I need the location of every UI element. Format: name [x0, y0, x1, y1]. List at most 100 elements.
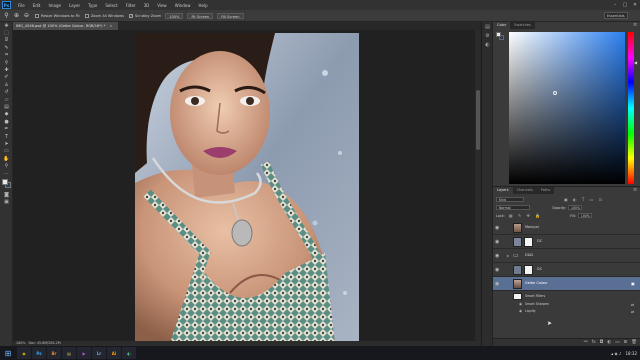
- minimize-button[interactable]: –: [610, 0, 620, 10]
- app-icon[interactable]: ◐: [122, 347, 136, 359]
- new-layer-icon[interactable]: ⊞: [624, 340, 628, 345]
- zoom-out-icon[interactable]: ⊖: [23, 12, 30, 19]
- filter-kind-select[interactable]: Kind: [496, 197, 524, 202]
- expand-arrow-icon[interactable]: ▸: [507, 253, 509, 258]
- illustrator-icon[interactable]: Ai: [107, 347, 121, 359]
- color-picker-field[interactable]: [509, 32, 625, 184]
- adjustments-panel-icon[interactable]: ◐: [482, 40, 493, 49]
- workspace-select[interactable]: Essentials: [604, 12, 628, 19]
- type-tool-icon[interactable]: T: [0, 133, 13, 140]
- zoom-100-button[interactable]: 100%: [165, 12, 184, 19]
- document-photo[interactable]: [135, 33, 359, 344]
- tab-color[interactable]: Color: [493, 22, 511, 29]
- smart-filter-item[interactable]: ◉ Smart Sharpen ⇌: [493, 301, 640, 308]
- quick-select-tool-icon[interactable]: ✎: [0, 44, 13, 51]
- more-tools-icon[interactable]: ⋯: [0, 170, 13, 177]
- menu-help[interactable]: Help: [194, 3, 211, 8]
- tab-layers[interactable]: Layers: [493, 187, 513, 194]
- visibility-eye-icon[interactable]: ◉: [495, 281, 499, 287]
- menu-image[interactable]: Image: [44, 3, 65, 8]
- shape-tool-icon[interactable]: ▭: [0, 148, 13, 155]
- filter-options-icon[interactable]: ⇌: [631, 309, 634, 314]
- menu-filter[interactable]: Filter: [122, 3, 140, 8]
- smart-filter-item[interactable]: ◉ Liquify ⇌: [493, 308, 640, 315]
- menu-layer[interactable]: Layer: [65, 3, 84, 8]
- zoom-tool-icon[interactable]: ⚲: [0, 162, 13, 169]
- document-tab[interactable]: IMG_4546.psd @ 100% (Gelbe Colour, RGB/1…: [13, 22, 119, 30]
- menu-3d[interactable]: 3D: [140, 3, 154, 8]
- close-window-button[interactable]: ✕: [630, 0, 640, 10]
- visibility-eye-icon[interactable]: ◉: [495, 267, 499, 273]
- lock-icons[interactable]: ▦ ✎ ✥ 🔒: [509, 213, 542, 218]
- hue-slider-handle-icon[interactable]: ◀: [634, 60, 637, 65]
- dodge-tool-icon[interactable]: ●: [0, 118, 13, 125]
- menu-type[interactable]: Type: [84, 3, 101, 8]
- maximize-button[interactable]: ▢: [620, 0, 630, 10]
- opacity-input[interactable]: 100%: [567, 205, 582, 210]
- layer-style-icon[interactable]: fx: [591, 340, 595, 345]
- layer-item[interactable]: ◉ DC: [493, 235, 640, 249]
- visibility-eye-icon[interactable]: ◉: [519, 309, 522, 313]
- marquee-tool-icon[interactable]: ⬚: [0, 29, 13, 36]
- menu-edit[interactable]: Edit: [29, 3, 45, 8]
- healing-brush-tool-icon[interactable]: ✚: [0, 66, 13, 73]
- tray-icons[interactable]: ▴ ◈ ♪: [611, 351, 621, 356]
- layer-item[interactable]: ◉ Manipal: [493, 221, 640, 235]
- filter-options-icon[interactable]: ⇌: [631, 302, 634, 307]
- layer-item[interactable]: ◉ DC: [493, 263, 640, 277]
- color-picker-marker[interactable]: [553, 91, 557, 95]
- gradient-tool-icon[interactable]: ▤: [0, 103, 13, 110]
- chrome-icon[interactable]: ◉: [17, 347, 31, 359]
- pen-tool-icon[interactable]: ✒: [0, 125, 13, 132]
- link-layers-icon[interactable]: ⚯: [584, 340, 588, 345]
- brush-tool-icon[interactable]: ✐: [0, 74, 13, 81]
- tab-swatches[interactable]: Swatches: [510, 22, 535, 29]
- smart-filters-row[interactable]: Smart Filters: [493, 293, 640, 300]
- zoom-tool-icon[interactable]: ⚲: [3, 12, 10, 19]
- history-panel-icon[interactable]: ▤: [482, 22, 493, 31]
- panel-menu-icon[interactable]: ≡: [633, 22, 637, 28]
- tab-channels[interactable]: Channels: [512, 187, 537, 194]
- new-group-icon[interactable]: ▭: [615, 340, 619, 345]
- scrubby-zoom-checkbox[interactable]: ✓ Scrubby Zoom: [128, 13, 161, 18]
- visibility-eye-icon[interactable]: ◉: [495, 225, 499, 231]
- windows-start-icon[interactable]: ⊞: [0, 346, 16, 360]
- eraser-tool-icon[interactable]: ▱: [0, 96, 13, 103]
- fit-screen-button[interactable]: Fit Screen: [187, 12, 214, 19]
- eyedropper-tool-icon[interactable]: ⚲: [0, 59, 13, 66]
- lasso-tool-icon[interactable]: ᘐ: [0, 37, 13, 44]
- zoom-in-icon[interactable]: ⊕: [13, 12, 20, 19]
- menu-window[interactable]: Window: [171, 3, 195, 8]
- zoom-all-windows-checkbox[interactable]: Zoom All Windows: [84, 13, 124, 18]
- visibility-eye-icon[interactable]: ◉: [495, 239, 499, 245]
- adjustment-layer-icon[interactable]: ◐: [607, 340, 611, 345]
- fill-screen-button[interactable]: Fill Screen: [217, 12, 244, 19]
- resize-windows-checkbox[interactable]: Resize Windows to Fit: [35, 13, 80, 18]
- layer-item-selected[interactable]: ◉ Gelbe Colour ▣: [493, 277, 640, 291]
- bridge-icon[interactable]: Br: [47, 347, 61, 359]
- panel-menu-icon[interactable]: ≡: [633, 187, 637, 193]
- foreground-color-swatch[interactable]: [496, 32, 501, 37]
- clone-stamp-tool-icon[interactable]: ♙: [0, 81, 13, 88]
- path-selection-tool-icon[interactable]: ➤: [0, 140, 13, 147]
- scrollbar-thumb[interactable]: [476, 90, 480, 150]
- properties-panel-icon[interactable]: ⚙: [482, 31, 493, 40]
- color-swatches[interactable]: [0, 177, 13, 191]
- add-mask-icon[interactable]: ◘: [600, 340, 604, 345]
- quick-mask-icon[interactable]: ◙: [0, 191, 13, 198]
- menu-select[interactable]: Select: [101, 3, 121, 8]
- close-tab-icon[interactable]: ×: [109, 24, 112, 28]
- screen-mode-icon[interactable]: ▣: [0, 199, 13, 206]
- visibility-eye-icon[interactable]: ◉: [519, 302, 522, 306]
- blur-tool-icon[interactable]: ◆: [0, 111, 13, 118]
- hand-tool-icon[interactable]: ✋: [0, 155, 13, 162]
- layer-item[interactable]: ◉ ▸ ▭ D&D: [493, 249, 640, 263]
- foreground-color-swatch[interactable]: [2, 179, 8, 186]
- media-player-icon[interactable]: ▶: [77, 347, 91, 359]
- clock[interactable]: 18:32: [625, 351, 637, 356]
- menu-file[interactable]: File: [14, 3, 29, 8]
- history-brush-tool-icon[interactable]: ↺: [0, 89, 13, 96]
- visibility-eye-icon[interactable]: ◉: [495, 253, 499, 259]
- fill-input[interactable]: 100%: [577, 213, 592, 218]
- folder-icon[interactable]: ▤: [62, 347, 76, 359]
